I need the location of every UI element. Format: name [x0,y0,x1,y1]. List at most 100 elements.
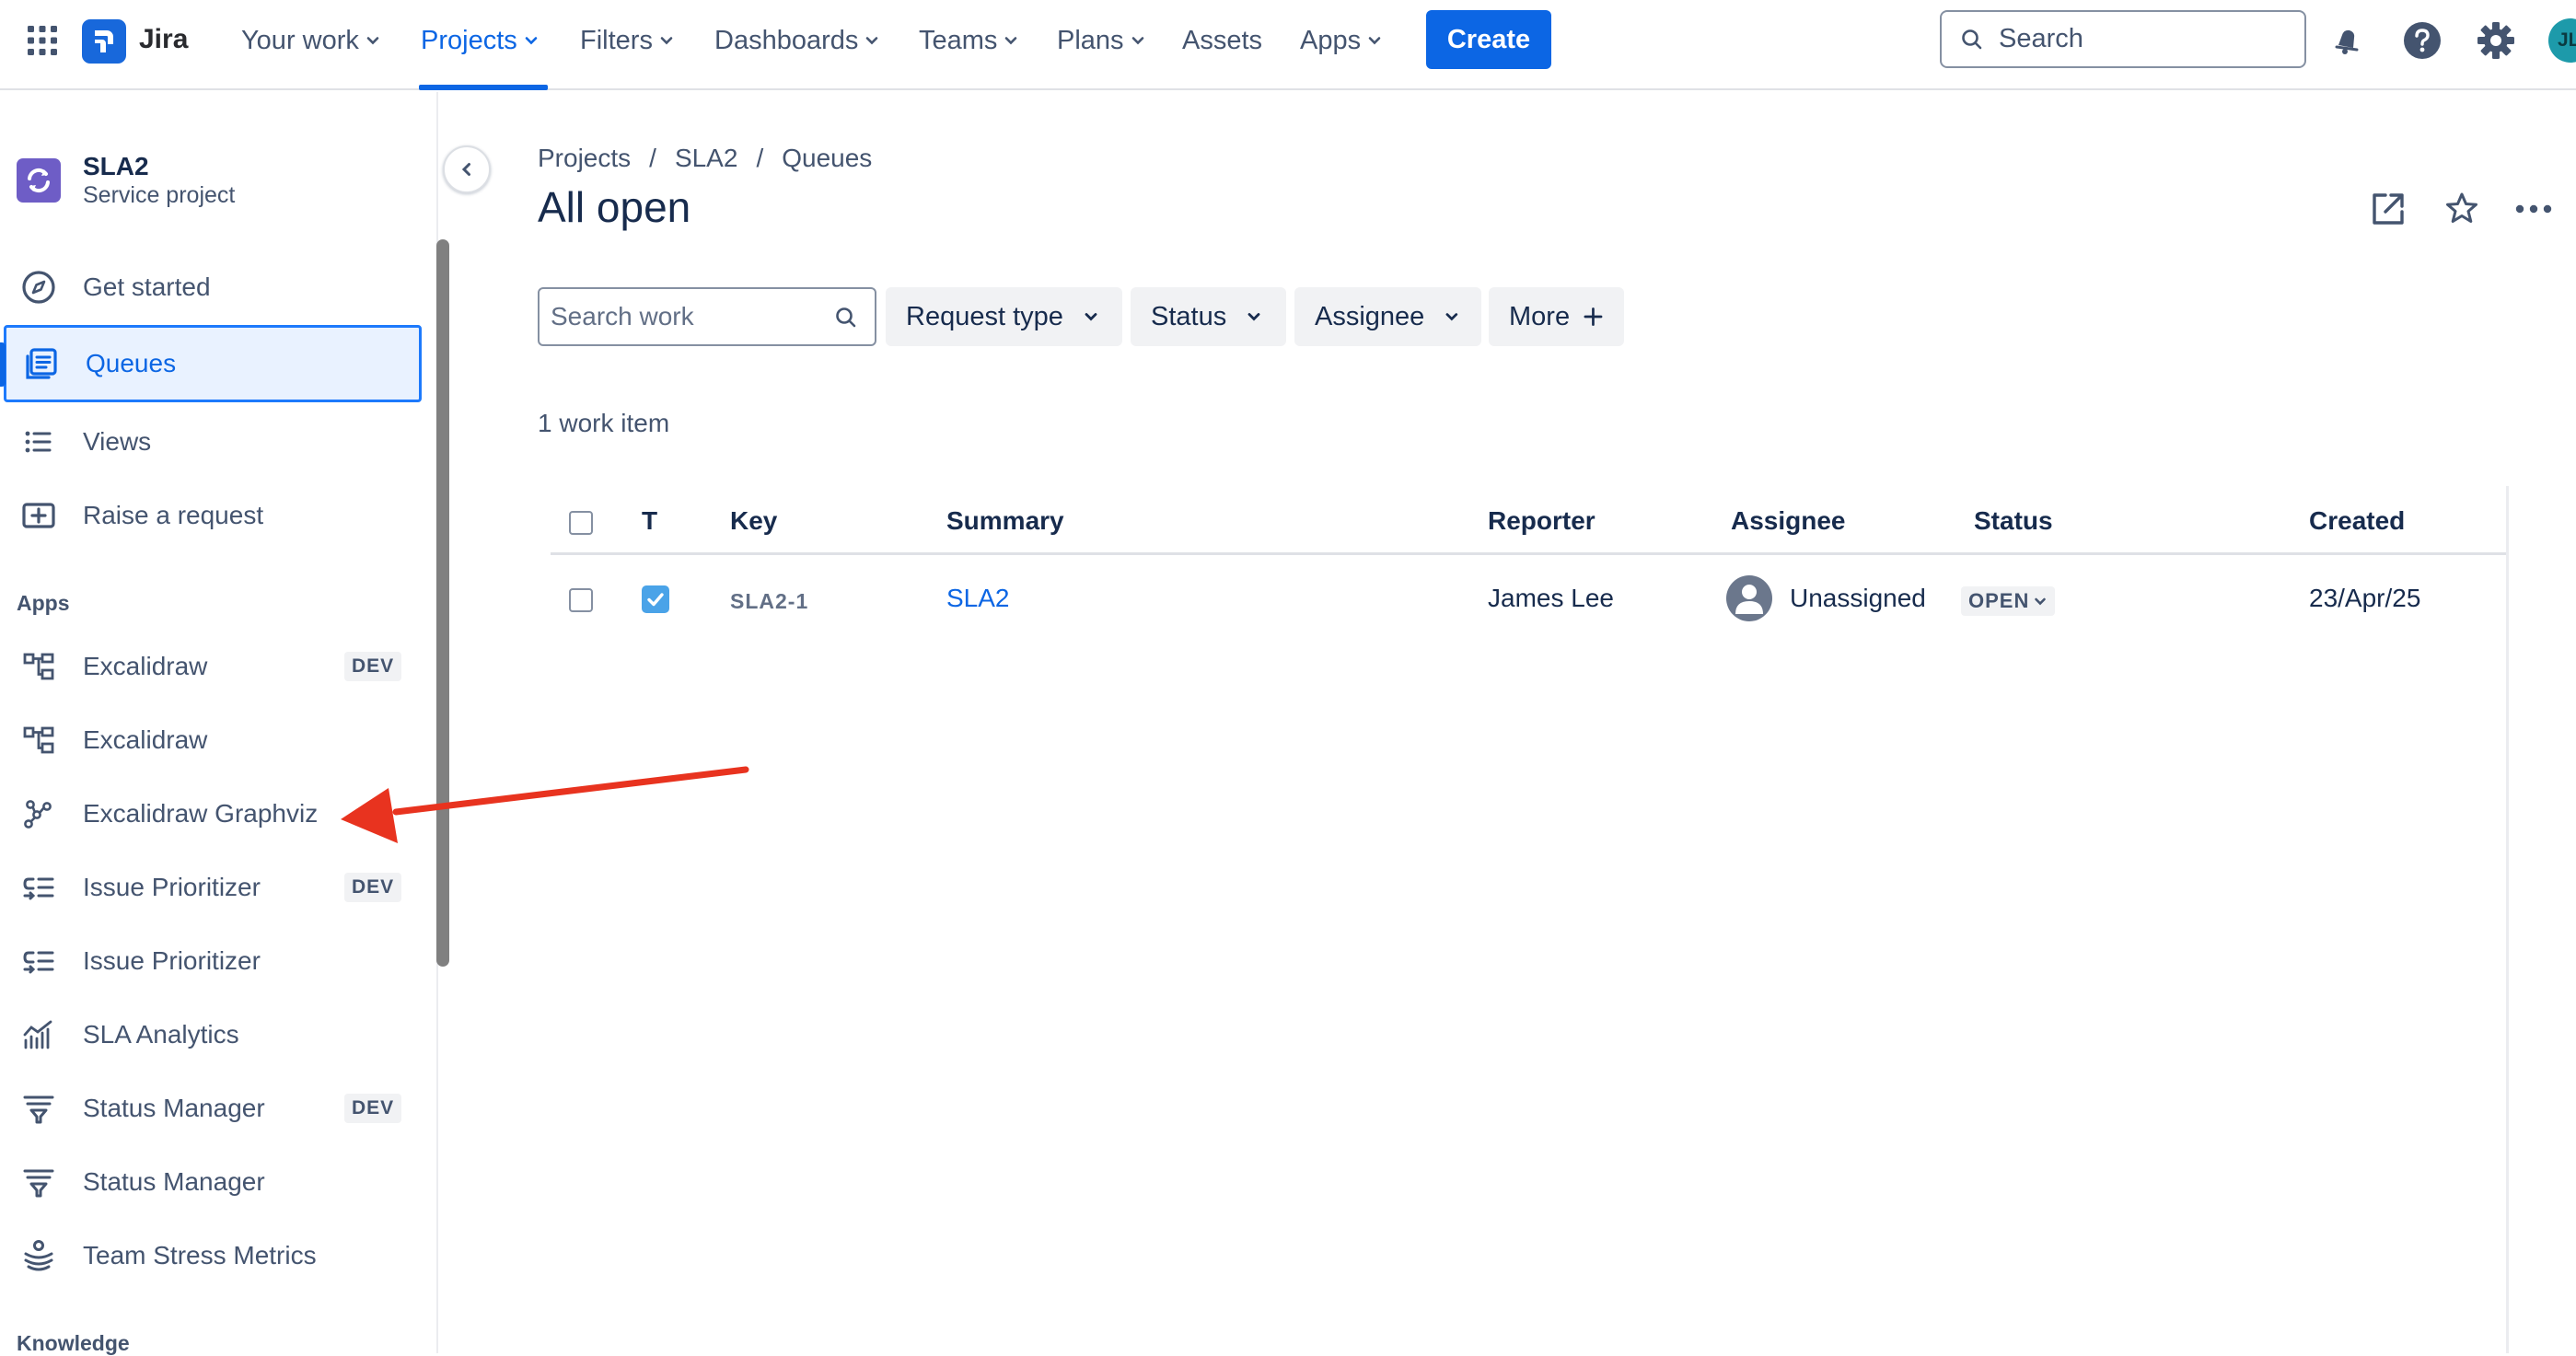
row-key[interactable]: SLA2-1 [730,589,808,614]
notifications-icon[interactable] [2329,22,2366,59]
nav-label: Dashboards [714,25,859,55]
filter-label: Status [1151,301,1227,331]
sidebar-item-label: Excalidraw [83,725,208,754]
active-tab-indicator [419,85,548,90]
sidebar-app-team-stress-metrics[interactable]: Team Stress Metrics [0,1219,424,1292]
create-button[interactable]: Create [1426,10,1551,69]
project-type: Service project [83,182,236,208]
sidebar-item-label: Excalidraw Graphviz [83,799,319,828]
nav-your-work[interactable]: Your work [241,20,381,61]
sidebar-app-sla-analytics[interactable]: SLA Analytics [0,998,424,1072]
chevron-down-icon [1247,313,1260,321]
help-icon[interactable] [2403,21,2442,60]
star-icon[interactable] [2443,190,2481,228]
graph-icon [18,794,59,834]
select-all-checkbox[interactable] [569,511,593,535]
column-header-key[interactable]: Key [730,506,777,536]
nav-label: Plans [1057,25,1124,55]
global-search-input[interactable]: Search [1940,10,2306,68]
dev-badge: DEV [344,1094,402,1123]
nav-projects[interactable]: Projects [421,20,540,61]
more-actions-icon[interactable] [2513,190,2554,228]
sidebar-app-excalidraw-dev[interactable]: Excalidraw DEV [0,630,424,703]
nav-filters[interactable]: Filters [580,20,675,61]
column-header-summary[interactable]: Summary [946,506,1064,536]
breadcrumb-project[interactable]: SLA2 [675,144,738,173]
sidebar-item-label: Issue Prioritizer [83,873,261,901]
diagram-icon [18,720,59,760]
column-header-created[interactable]: Created [2309,506,2405,536]
filter-request-type[interactable]: Request type [886,287,1122,346]
active-item-marker [0,342,6,387]
column-header-status[interactable]: Status [1974,506,2053,536]
project-avatar-icon [17,158,61,203]
apps-section-heading: Apps [17,591,70,615]
app-name[interactable]: Jira [139,24,188,55]
sidebar-item-views[interactable]: Views [0,405,424,479]
filter-status[interactable]: Status [1131,287,1286,346]
queue-icon [22,343,63,384]
nav-label: Teams [919,25,998,55]
breadcrumb-separator: / [649,144,656,172]
funnel-icon [18,1162,59,1202]
plus-square-icon [18,495,59,536]
nav-teams[interactable]: Teams [919,20,1019,61]
nav-label: Your work [241,25,359,55]
column-header-reporter[interactable]: Reporter [1488,506,1595,536]
sidebar-app-status-manager[interactable]: Status Manager [0,1145,424,1219]
sidebar-item-label: SLA Analytics [83,1020,239,1049]
nav-apps[interactable]: Apps [1300,20,1383,61]
search-placeholder: Search [1999,24,2083,53]
sidebar: SLA2 Service project Get started Queues … [0,92,491,1355]
project-name[interactable]: SLA2 [83,152,149,181]
breadcrumb-queues[interactable]: Queues [782,144,872,173]
sidebar-item-label: Views [83,427,152,456]
app-switcher-icon[interactable] [26,24,59,57]
sidebar-app-issue-prioritizer-dev[interactable]: Issue Prioritizer DEV [0,851,424,924]
row-reporter: James Lee [1488,584,1614,612]
row-status-lozenge[interactable]: OPEN [1961,586,2056,616]
search-work-input[interactable]: Search work [538,287,876,346]
nav-label: Assets [1182,25,1263,55]
search-icon [836,307,856,328]
collapse-sidebar-button[interactable] [443,145,491,193]
settings-gear-icon[interactable] [2477,21,2515,60]
breadcrumb-separator: / [756,144,764,172]
search-work-placeholder: Search work [551,302,694,330]
column-header-type[interactable]: T [642,506,657,536]
funnel-icon [18,1088,59,1129]
sidebar-item-raise-request[interactable]: Raise a request [0,479,424,552]
prioritizer-icon [18,941,59,981]
nav-assets[interactable]: Assets [1182,20,1262,61]
sidebar-item-get-started[interactable]: Get started [0,250,424,324]
sidebar-app-issue-prioritizer[interactable]: Issue Prioritizer [0,924,424,998]
filter-more[interactable]: More [1489,287,1624,346]
open-external-icon[interactable] [2369,190,2408,228]
breadcrumb-projects[interactable]: Projects [538,144,631,173]
row-summary[interactable]: SLA2 [946,584,1010,613]
row-select-checkbox[interactable] [569,588,593,612]
sidebar-scrollbar[interactable] [436,239,449,967]
jira-logo-icon[interactable] [82,19,126,64]
prioritizer-icon [18,867,59,908]
sidebar-item-label: Team Stress Metrics [83,1241,317,1269]
nav-dashboards[interactable]: Dashboards [714,20,880,61]
search-icon [1962,29,1982,49]
row-assignee[interactable]: Unassigned [1790,584,1926,613]
chevron-down-icon [2035,597,2047,606]
sidebar-item-queues[interactable]: Queues [0,325,422,402]
chevron-down-icon [660,37,673,45]
nav-label: Apps [1300,25,1362,55]
filter-assignee[interactable]: Assignee [1294,287,1481,346]
nav-plans[interactable]: Plans [1057,20,1146,61]
column-header-assignee[interactable]: Assignee [1731,506,1846,536]
user-avatar[interactable]: JL [2548,18,2576,63]
chevron-down-icon [866,37,878,45]
filter-label: More [1509,301,1571,331]
filter-label: Assignee [1315,301,1425,331]
table-header-divider [551,552,2506,555]
sidebar-app-status-manager-dev[interactable]: Status Manager DEV [0,1072,424,1145]
sidebar-item-label: Status Manager [83,1167,265,1196]
sidebar-item-label: Excalidraw [83,652,208,680]
stress-icon [18,1235,59,1276]
